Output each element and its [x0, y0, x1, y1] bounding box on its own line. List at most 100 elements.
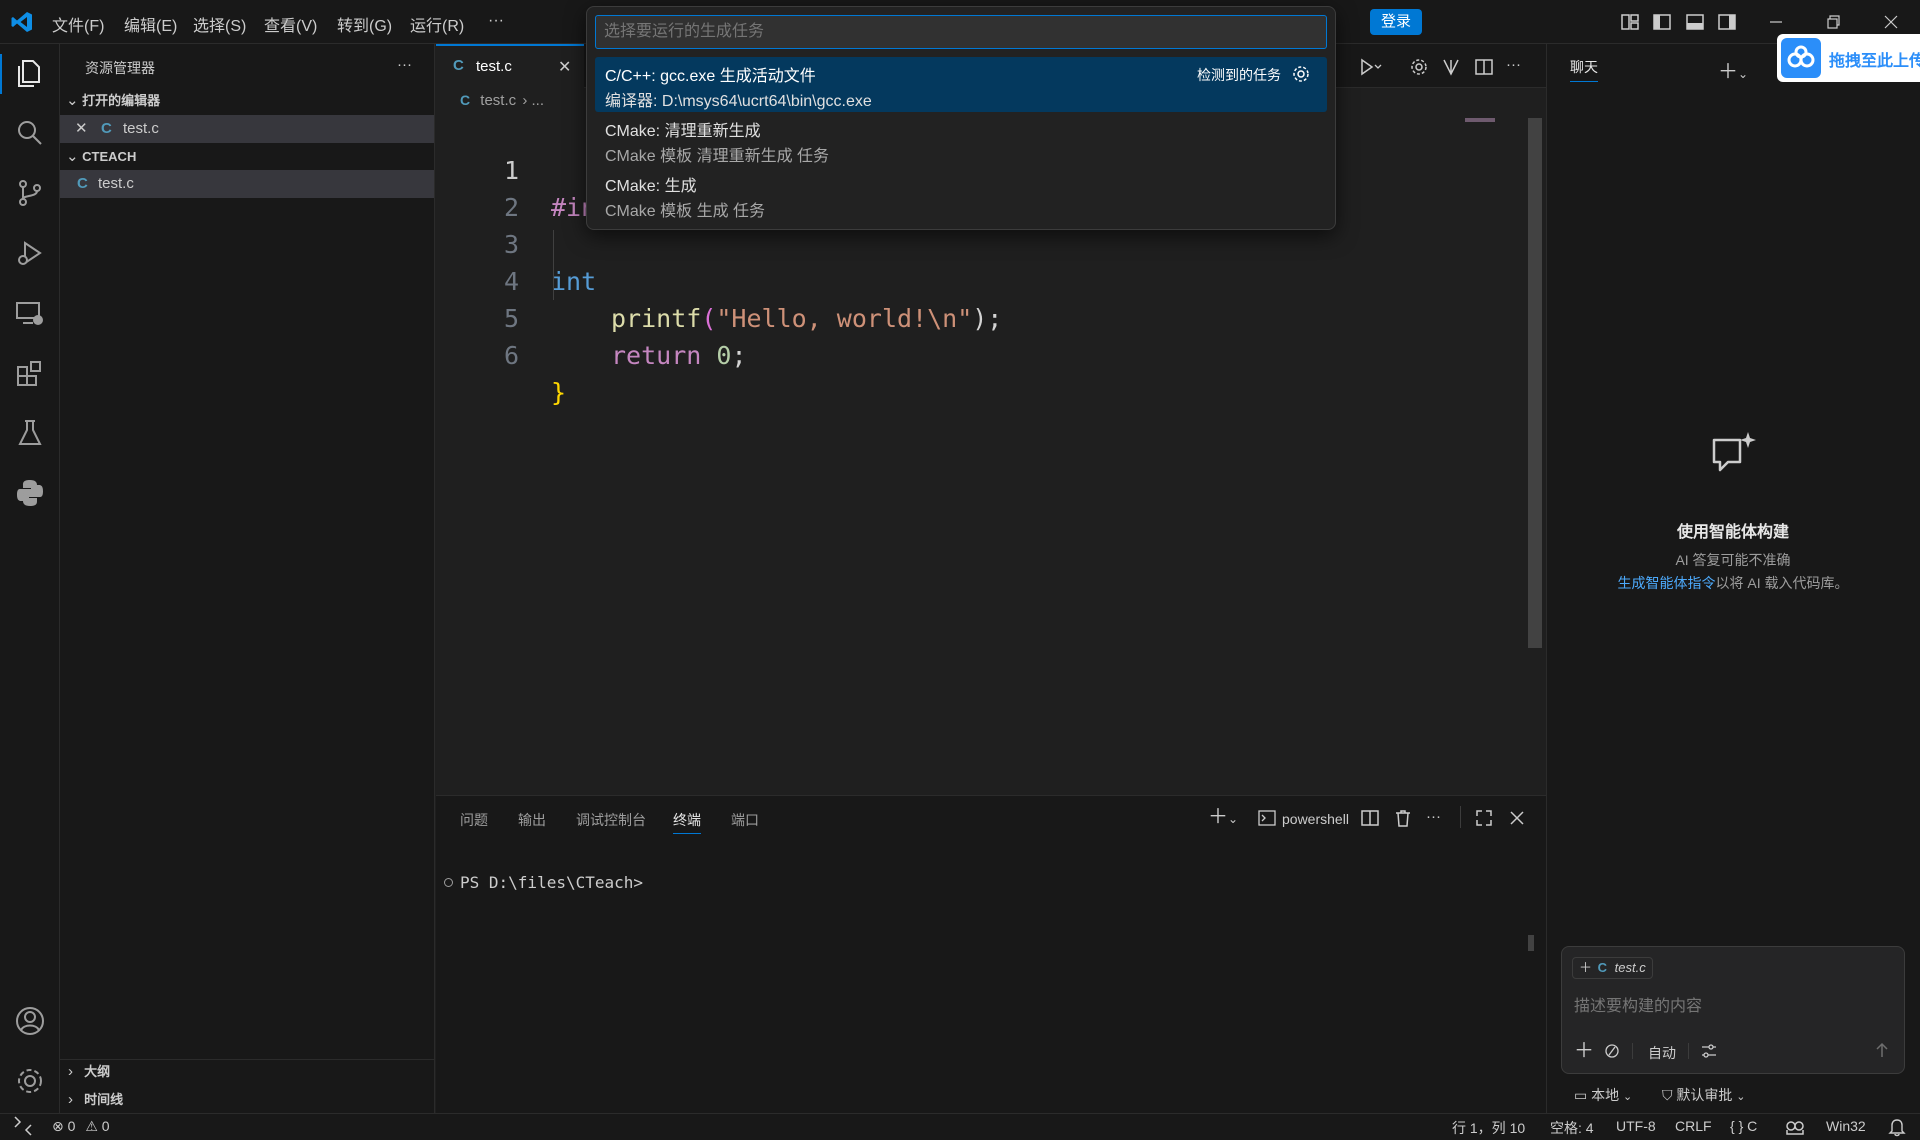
tab-debug-console[interactable]: 调试控制台: [576, 810, 646, 830]
remote-indicator-icon[interactable]: [12, 1116, 34, 1136]
manage-gear-icon[interactable]: [13, 1064, 47, 1098]
task-desc: CMake 模板 清理重新生成 任务: [605, 148, 830, 165]
search-icon[interactable]: [13, 116, 47, 150]
generate-instructions-link[interactable]: 生成智能体指令: [1617, 575, 1715, 591]
task-item-cmake-clean-rebuild[interactable]: CMake: 清理重新生成 CMake 模板 清理重新生成 任务: [595, 112, 1327, 167]
new-chat-plus-icon[interactable]: ＋⌄: [1718, 55, 1748, 84]
python-icon[interactable]: [13, 476, 47, 510]
editor-more-button[interactable]: ···: [1506, 56, 1521, 73]
split-terminal-icon[interactable]: [1360, 808, 1380, 828]
baidu-upload-widget[interactable]: 拖拽至此上传: [1777, 34, 1920, 82]
kill-terminal-trash-icon[interactable]: [1393, 808, 1413, 828]
chat-location-picker[interactable]: ▭ 本地 ⌄: [1574, 1085, 1632, 1105]
toggle-panel-icon[interactable]: [1685, 12, 1705, 32]
close-tab-icon[interactable]: ✕: [558, 57, 571, 77]
open-editors-section[interactable]: ⌄ 打开的编辑器: [60, 87, 434, 115]
compare-icon[interactable]: [1440, 56, 1462, 78]
explorer-sidebar: [60, 44, 435, 1113]
remote-explorer-icon[interactable]: [13, 296, 47, 330]
chat-title-tab[interactable]: 聊天: [1570, 57, 1598, 82]
new-terminal-plus-icon[interactable]: ＋⌄: [1208, 807, 1242, 829]
end-of-line[interactable]: CRLF: [1675, 1118, 1712, 1134]
minimize-icon[interactable]: [1766, 12, 1786, 32]
tab-output[interactable]: 输出: [518, 810, 546, 830]
customize-layout-icon[interactable]: [1620, 12, 1640, 32]
menu-selection[interactable]: 选择(S): [193, 12, 246, 36]
menu-more[interactable]: ···: [488, 12, 504, 30]
warning-icon: ⚠: [85, 1118, 98, 1134]
split-editor-icon[interactable]: [1473, 56, 1495, 78]
folder-file-item[interactable]: C test.c: [60, 170, 434, 198]
add-context-icon[interactable]: ＋: [1579, 960, 1592, 975]
menu-run[interactable]: 运行(R): [410, 12, 464, 36]
encoding[interactable]: UTF-8: [1616, 1118, 1656, 1134]
testing-icon[interactable]: [13, 416, 47, 450]
close-window-icon[interactable]: [1881, 12, 1901, 32]
chat-approval-picker[interactable]: ⛉ 默认审批 ⌄: [1662, 1085, 1746, 1105]
context-chip[interactable]: ＋ C test.c: [1572, 957, 1653, 979]
chat-prompt-input[interactable]: [1574, 993, 1884, 1021]
chevron-right-icon: ›: [68, 1063, 73, 1080]
task-item-cmake-build[interactable]: CMake: 生成 CMake 模板 生成 任务: [595, 167, 1327, 222]
menu-file[interactable]: 文件(F): [52, 12, 104, 36]
panel-more-button[interactable]: ···: [1426, 808, 1441, 825]
breadcrumb-rest[interactable]: ...: [532, 92, 545, 109]
quick-pick-input[interactable]: [595, 15, 1327, 49]
login-button[interactable]: 登录: [1370, 9, 1422, 35]
chat-heading: 使用智能体构建: [1676, 524, 1789, 541]
terminal-status-icon: [444, 878, 453, 887]
platform[interactable]: Win32: [1826, 1118, 1866, 1134]
breadcrumb-file[interactable]: test.c: [480, 92, 516, 109]
outline-section[interactable]: › 大纲: [60, 1058, 434, 1086]
send-arrow-icon[interactable]: [1874, 1041, 1890, 1059]
settings-gear-icon[interactable]: [1408, 56, 1430, 78]
code-line-5: 5 return 0;: [503, 304, 747, 370]
terminal-prompt[interactable]: PS D:\files\CTeach>: [460, 873, 643, 892]
run-debug-icon[interactable]: [13, 236, 47, 270]
maximize-panel-icon[interactable]: [1474, 808, 1494, 828]
run-build-icon[interactable]: [1358, 56, 1382, 78]
tools-icon[interactable]: [1604, 1043, 1620, 1059]
cursor-position[interactable]: 行 1，列 10: [1452, 1118, 1525, 1138]
error-icon: ⊗: [52, 1118, 64, 1134]
add-attachment-plus-icon[interactable]: ＋: [1574, 1041, 1594, 1061]
chat-approval-label: 默认审批: [1676, 1087, 1733, 1103]
close-editor-icon[interactable]: ✕: [75, 115, 88, 143]
open-editor-item[interactable]: ✕ C test.c: [60, 115, 434, 143]
mode-picker[interactable]: 自动: [1648, 1043, 1676, 1063]
close-panel-icon[interactable]: [1507, 808, 1527, 828]
notifications-bell-icon[interactable]: [1888, 1117, 1906, 1137]
toggle-primary-sidebar-icon[interactable]: [1652, 12, 1672, 32]
c-file-icon: C: [453, 57, 464, 74]
chat-location-label: 本地: [1591, 1087, 1620, 1103]
terminal-scrollbar[interactable]: [1528, 935, 1534, 951]
toggle-secondary-sidebar-icon[interactable]: [1717, 12, 1737, 32]
explorer-more-button[interactable]: ···: [397, 56, 412, 73]
menu-edit[interactable]: 编辑(E): [124, 12, 177, 36]
tab-test-c[interactable]: C test.c ✕: [436, 44, 584, 88]
configure-task-gear-icon[interactable]: [1291, 64, 1311, 84]
folder-section[interactable]: ⌄ CTEACH: [60, 143, 434, 171]
account-icon[interactable]: [13, 1004, 47, 1038]
menu-go[interactable]: 转到(G): [337, 12, 392, 36]
terminal-name[interactable]: powershell: [1282, 811, 1349, 827]
chat-disclaimer: AI 答复可能不准确: [1675, 552, 1791, 568]
language-mode[interactable]: { } C: [1730, 1118, 1757, 1134]
timeline-section[interactable]: › 时间线: [60, 1086, 434, 1114]
configure-sliders-icon[interactable]: [1700, 1043, 1718, 1059]
indentation[interactable]: 空格: 4: [1550, 1118, 1594, 1138]
source-control-icon[interactable]: [13, 176, 47, 210]
tab-problems[interactable]: 问题: [460, 810, 488, 830]
explorer-icon[interactable]: [13, 56, 47, 90]
timeline-header: 时间线: [84, 1092, 124, 1107]
restore-icon[interactable]: [1823, 12, 1843, 32]
divider: [1688, 1043, 1689, 1059]
problems-status[interactable]: ⊗ 0 ⚠ 0: [52, 1118, 110, 1135]
extensions-icon[interactable]: [13, 356, 47, 390]
copilot-icon[interactable]: [1784, 1117, 1806, 1137]
menu-view[interactable]: 查看(V): [264, 12, 317, 36]
tab-ports[interactable]: 端口: [731, 810, 759, 830]
code-line-4: 4 printf("Hello, world!\n");: [503, 267, 1003, 333]
task-item-gcc[interactable]: C/C++: gcc.exe 生成活动文件 编译器: D:\msys64\ucr…: [595, 57, 1327, 112]
tab-terminal[interactable]: 终端: [673, 810, 701, 834]
